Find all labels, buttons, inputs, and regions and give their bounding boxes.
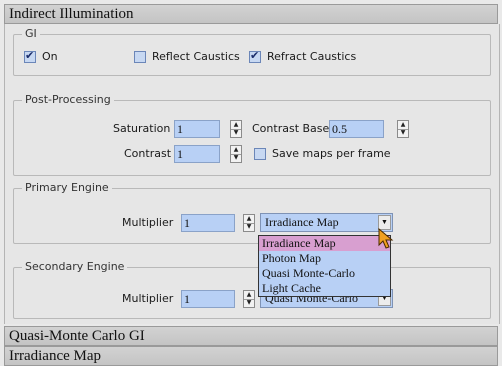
primary-engine-group: Primary Engine Multiplier 1 ▲ ▼ Irradian… bbox=[13, 181, 491, 244]
rollout-header-indirect-illumination[interactable]: Indirect Illumination bbox=[4, 4, 498, 24]
gi-group: GI On Reflect Caustics Refract Caustics bbox=[13, 27, 491, 76]
spinner-down-icon[interactable]: ▼ bbox=[398, 129, 408, 137]
rollout-title: Irradiance Map bbox=[9, 348, 102, 364]
saturation-spinner[interactable]: ▲ ▼ bbox=[230, 120, 242, 138]
refract-caustics-label: Refract Caustics bbox=[267, 50, 357, 63]
secondary-multiplier-label: Multiplier bbox=[122, 292, 174, 305]
primary-engine-value: Irradiance Map bbox=[265, 215, 339, 229]
primary-engine-dropdown[interactable]: Irradiance Map ▼ bbox=[260, 213, 393, 232]
contrast-base-spinner[interactable]: ▲ ▼ bbox=[397, 120, 409, 138]
contrast-base-field[interactable]: 0.5 bbox=[329, 120, 384, 138]
gi-on-label: On bbox=[42, 50, 58, 63]
secondary-engine-group: Secondary Engine Multiplier 1 ▲ ▼ Quasi … bbox=[13, 260, 491, 319]
save-maps-label: Save maps per frame bbox=[272, 147, 391, 160]
menu-item-photon-map[interactable]: Photon Map bbox=[259, 251, 390, 266]
save-maps-checkbox[interactable] bbox=[254, 148, 266, 160]
engine-dropdown-menu: Irradiance Map Photon Map Quasi Monte-Ca… bbox=[258, 235, 391, 297]
secondary-engine-legend: Secondary Engine bbox=[22, 260, 128, 273]
rollout-title: Quasi-Monte Carlo GI bbox=[9, 328, 145, 344]
contrast-field[interactable]: 1 bbox=[174, 145, 220, 163]
post-processing-group: Post-Processing Saturation 1 ▲ ▼ Contras… bbox=[13, 93, 491, 176]
spinner-down-icon[interactable]: ▼ bbox=[244, 299, 254, 307]
refract-caustics-checkbox[interactable] bbox=[249, 49, 261, 63]
spinner-down-icon[interactable]: ▼ bbox=[231, 129, 241, 137]
gi-on-checkbox[interactable] bbox=[24, 49, 36, 63]
menu-item-light-cache[interactable]: Light Cache bbox=[259, 281, 390, 296]
saturation-field[interactable]: 1 bbox=[174, 120, 220, 138]
reflect-caustics-checkbox[interactable] bbox=[134, 51, 146, 63]
gi-legend: GI bbox=[22, 27, 40, 40]
menu-item-irradiance-map[interactable]: Irradiance Map bbox=[259, 236, 390, 251]
spinner-down-icon[interactable]: ▼ bbox=[244, 223, 254, 231]
contrast-label: Contrast bbox=[124, 147, 172, 160]
rollout-title: Indirect Illumination bbox=[9, 6, 134, 22]
spinner-down-icon[interactable]: ▼ bbox=[231, 154, 241, 162]
primary-multiplier-label: Multiplier bbox=[122, 216, 174, 229]
secondary-multiplier-spinner[interactable]: ▲ ▼ bbox=[243, 290, 255, 308]
menu-item-quasi-monte-carlo[interactable]: Quasi Monte-Carlo bbox=[259, 266, 390, 281]
primary-engine-legend: Primary Engine bbox=[22, 181, 112, 194]
post-processing-legend: Post-Processing bbox=[22, 93, 114, 106]
mouse-pointer-icon bbox=[378, 228, 394, 249]
rollout-header-quasi-monte-carlo[interactable]: Quasi-Monte Carlo GI bbox=[4, 326, 498, 346]
reflect-caustics-label: Reflect Caustics bbox=[152, 50, 240, 63]
secondary-multiplier-field[interactable]: 1 bbox=[181, 290, 235, 308]
primary-multiplier-field[interactable]: 1 bbox=[181, 214, 235, 232]
saturation-label: Saturation bbox=[113, 122, 171, 135]
indirect-illumination-panel: GI On Reflect Caustics Refract Caustics … bbox=[4, 24, 500, 324]
contrast-base-label: Contrast Base bbox=[252, 122, 330, 135]
contrast-spinner[interactable]: ▲ ▼ bbox=[230, 145, 242, 163]
rollout-header-irradiance-map[interactable]: Irradiance Map bbox=[4, 346, 498, 366]
primary-multiplier-spinner[interactable]: ▲ ▼ bbox=[243, 214, 255, 232]
